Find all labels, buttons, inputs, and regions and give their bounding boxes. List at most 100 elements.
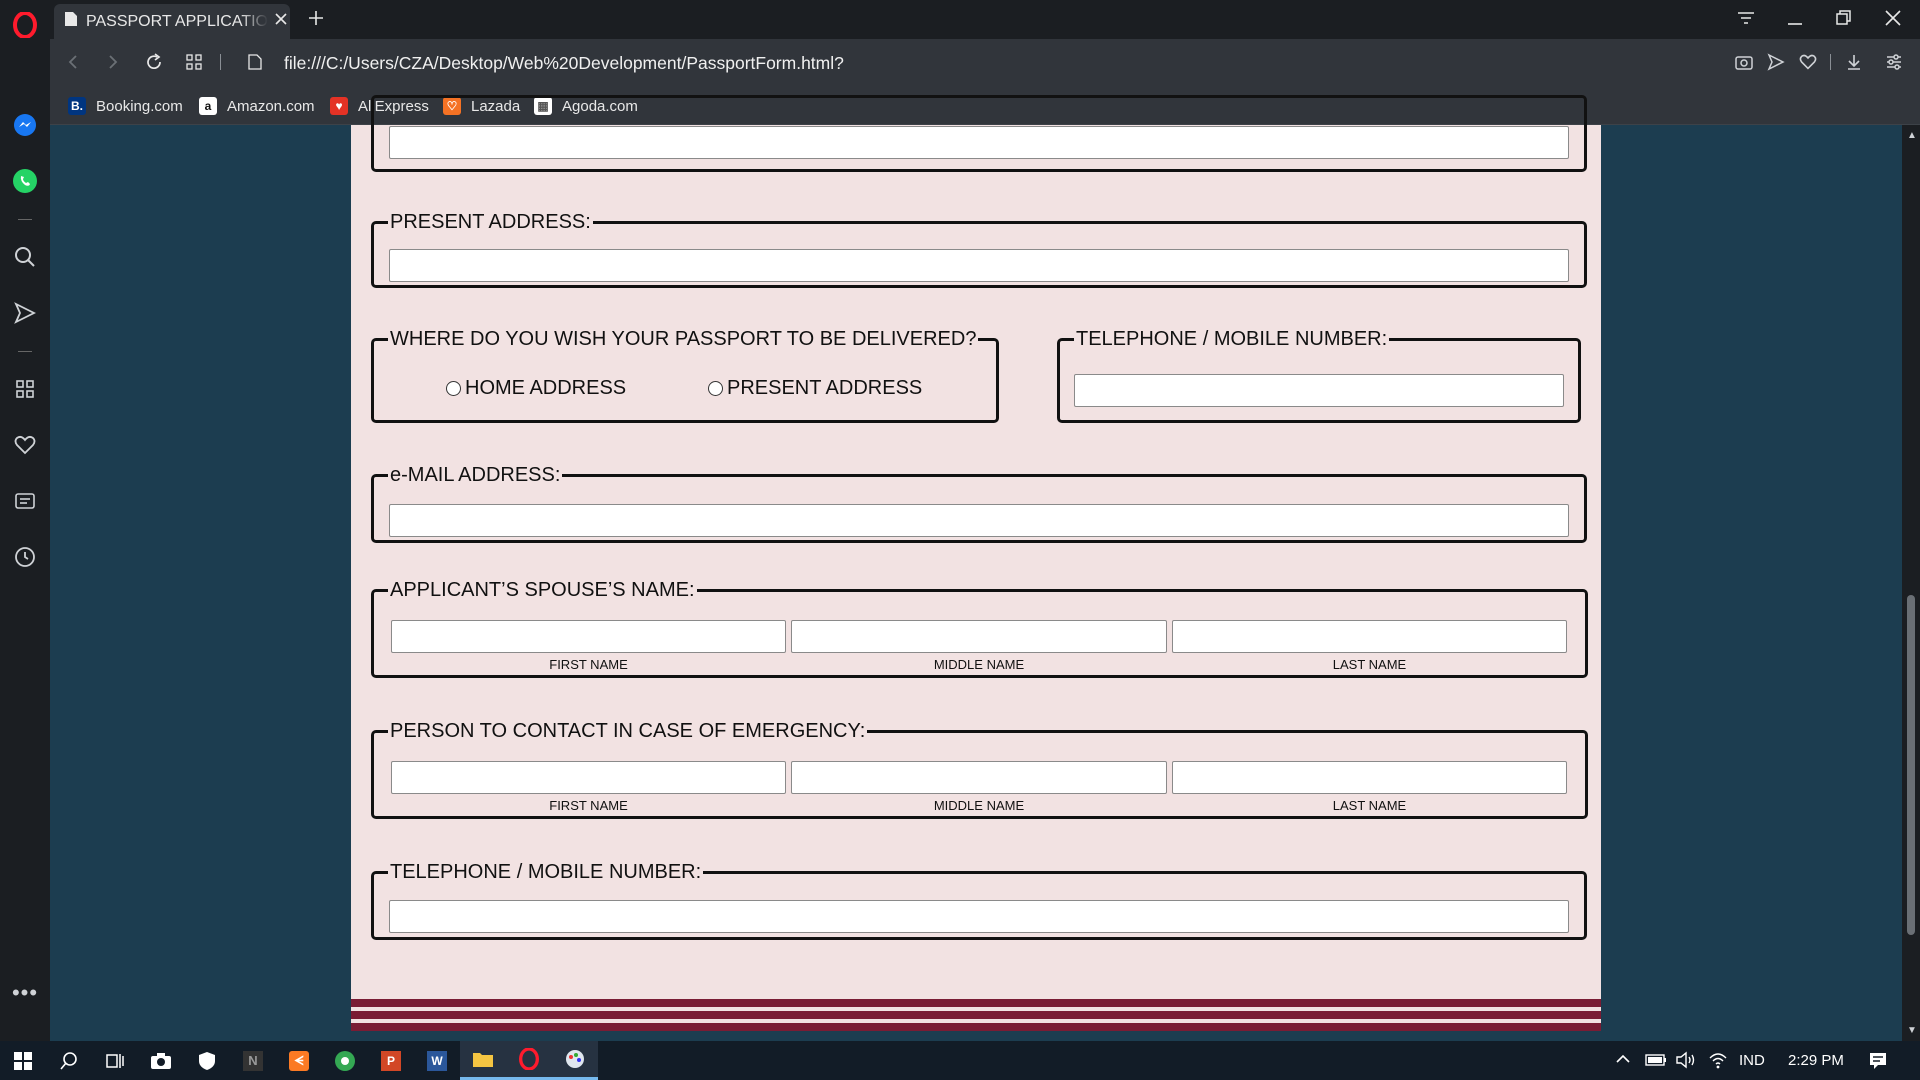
spouse-first-name-label: FIRST NAME <box>549 657 628 672</box>
battery-icon[interactable] <box>1645 1053 1667 1072</box>
minimize-icon[interactable] <box>1782 6 1808 30</box>
spouse-first-name-input[interactable] <box>391 620 786 653</box>
tab-title: PASSPORT APPLICATION FORM <box>86 12 268 30</box>
emergency-first-name-input[interactable] <box>391 761 786 794</box>
whatsapp-icon[interactable] <box>10 166 40 196</box>
download-icon[interactable] <box>1843 51 1865 73</box>
telephone-top-legend: TELEPHONE / MOBILE NUMBER: <box>1076 328 1388 350</box>
delivery-legend: WHERE DO YOU WISH YOUR PASSPORT TO BE DE… <box>390 328 977 350</box>
windows-taskbar: N ᗕ P W IND 2:29 PM <box>0 1041 1920 1080</box>
security-shield-icon[interactable] <box>184 1041 230 1080</box>
aliexpress-icon: ♥ <box>330 97 348 115</box>
close-tab-icon[interactable] <box>274 12 288 31</box>
radio-present-address[interactable]: PRESENT ADDRESS <box>708 377 922 400</box>
file-explorer-icon[interactable] <box>460 1041 506 1080</box>
telephone-bottom-input[interactable] <box>389 900 1569 933</box>
emergency-first-name-label: FIRST NAME <box>549 798 628 813</box>
forward-icon[interactable] <box>102 51 124 73</box>
footer-stripe <box>351 1023 1601 1031</box>
present-address-input[interactable] <box>389 249 1569 282</box>
radio-circle-icon[interactable] <box>708 381 723 396</box>
passport-form: PRESENT ADDRESS: WHERE DO YOU WISH YOUR … <box>351 95 1601 1041</box>
bookmark-label: Booking.com <box>96 97 183 115</box>
email-input[interactable] <box>389 504 1569 537</box>
xampp-icon[interactable]: ᗕ <box>276 1041 322 1080</box>
share-icon[interactable] <box>1765 51 1787 73</box>
tab-bar <box>50 0 1920 39</box>
back-icon[interactable] <box>62 51 84 73</box>
url-field[interactable]: file:///C:/Users/CZA/Desktop/Web%20Devel… <box>284 51 844 75</box>
emergency-last-name-label: LAST NAME <box>1332 798 1407 813</box>
present-address-legend: PRESENT ADDRESS: <box>390 211 591 233</box>
bookmark-booking[interactable]: B. Booking.com <box>68 94 183 118</box>
scroll-down-icon[interactable]: ▼ <box>1907 1025 1917 1036</box>
spouse-middle-name-label: MIDDLE NAME <box>933 657 1025 672</box>
tray-chevron-icon[interactable] <box>1615 1052 1631 1071</box>
spouse-middle-name-input[interactable] <box>791 620 1167 653</box>
previous-fieldset <box>371 95 1587 172</box>
bookmark-heart-icon[interactable] <box>1797 51 1819 73</box>
more-icon[interactable]: ••• <box>10 978 40 1008</box>
present-address-fieldset: PRESENT ADDRESS: <box>371 212 1587 288</box>
radio-home-address[interactable]: HOME ADDRESS <box>446 377 626 400</box>
reload-icon[interactable] <box>143 51 165 73</box>
bookmark-amazon[interactable]: a Amazon.com <box>199 94 315 118</box>
close-window-icon[interactable] <box>1880 6 1906 30</box>
email-legend: e-MAIL ADDRESS: <box>390 464 561 486</box>
heart-icon[interactable] <box>10 430 40 460</box>
vertical-scrollbar[interactable]: ▲ ▼ <box>1902 125 1920 1041</box>
camera-app-icon[interactable] <box>138 1041 184 1080</box>
powerpoint-icon[interactable]: P <box>368 1041 414 1080</box>
notifications-icon[interactable] <box>1868 1051 1888 1076</box>
telephone-top-input[interactable] <box>1074 374 1564 407</box>
tab-menu-icon[interactable] <box>1733 6 1759 30</box>
spouse-fieldset: APPLICANT’S SPOUSE’S NAME: FIRST NAME MI… <box>371 580 1588 678</box>
opera-taskbar-icon[interactable] <box>506 1041 552 1080</box>
spouse-last-name-input[interactable] <box>1172 620 1567 653</box>
speed-dial-icon[interactable] <box>10 374 40 404</box>
wifi-icon[interactable] <box>1708 1051 1728 1074</box>
scrollbar-thumb[interactable] <box>1907 595 1915 935</box>
email-fieldset: e-MAIL ADDRESS: <box>371 465 1587 543</box>
radio-circle-icon[interactable] <box>446 381 461 396</box>
emergency-fieldset: PERSON TO CONTACT IN CASE OF EMERGENCY: … <box>371 721 1588 819</box>
spouse-legend: APPLICANT’S SPOUSE’S NAME: <box>390 579 695 601</box>
scroll-up-icon[interactable]: ▲ <box>1907 130 1917 141</box>
chromium-icon[interactable] <box>322 1041 368 1080</box>
taskbar-search-icon[interactable] <box>46 1041 92 1080</box>
restore-icon[interactable] <box>1831 6 1857 30</box>
opera-logo-icon[interactable] <box>10 10 40 40</box>
send-icon[interactable] <box>10 298 40 328</box>
footer-stripe <box>351 1011 1601 1019</box>
easy-setup-icon[interactable] <box>1883 51 1905 73</box>
emergency-last-name-input[interactable] <box>1172 761 1567 794</box>
emergency-middle-name-input[interactable] <box>791 761 1167 794</box>
snapshot-icon[interactable] <box>1733 51 1755 73</box>
new-tab-icon[interactable] <box>304 6 328 30</box>
page-icon <box>64 11 78 32</box>
notepad-plus-icon[interactable]: N <box>230 1041 276 1080</box>
amazon-icon: a <box>199 97 217 115</box>
emergency-middle-name-label: MIDDLE NAME <box>933 798 1025 813</box>
footer-stripe <box>351 999 1601 1007</box>
clock[interactable]: 2:29 PM <box>1788 1052 1844 1069</box>
history-icon[interactable] <box>10 542 40 572</box>
tabs-grid-icon[interactable] <box>183 51 205 73</box>
windows-start-icon[interactable] <box>0 1041 46 1080</box>
telephone-bottom-fieldset: TELEPHONE / MOBILE NUMBER: <box>371 862 1587 940</box>
booking-icon: B. <box>68 97 86 115</box>
news-icon[interactable] <box>10 486 40 516</box>
paint-app-icon[interactable] <box>552 1041 598 1080</box>
search-icon[interactable] <box>10 242 40 272</box>
footer-stripe <box>351 1031 1601 1041</box>
volume-icon[interactable] <box>1675 1051 1697 1074</box>
active-tab[interactable]: PASSPORT APPLICATION FORM <box>54 4 290 39</box>
word-icon[interactable]: W <box>414 1041 460 1080</box>
language-indicator[interactable]: IND <box>1739 1052 1765 1069</box>
messenger-icon[interactable] <box>10 110 40 140</box>
previous-input[interactable] <box>389 126 1569 159</box>
task-view-icon[interactable] <box>92 1041 138 1080</box>
radio-label: HOME ADDRESS <box>465 377 627 399</box>
telephone-top-fieldset: TELEPHONE / MOBILE NUMBER: <box>1057 329 1581 423</box>
telephone-bottom-legend: TELEPHONE / MOBILE NUMBER: <box>390 861 702 883</box>
